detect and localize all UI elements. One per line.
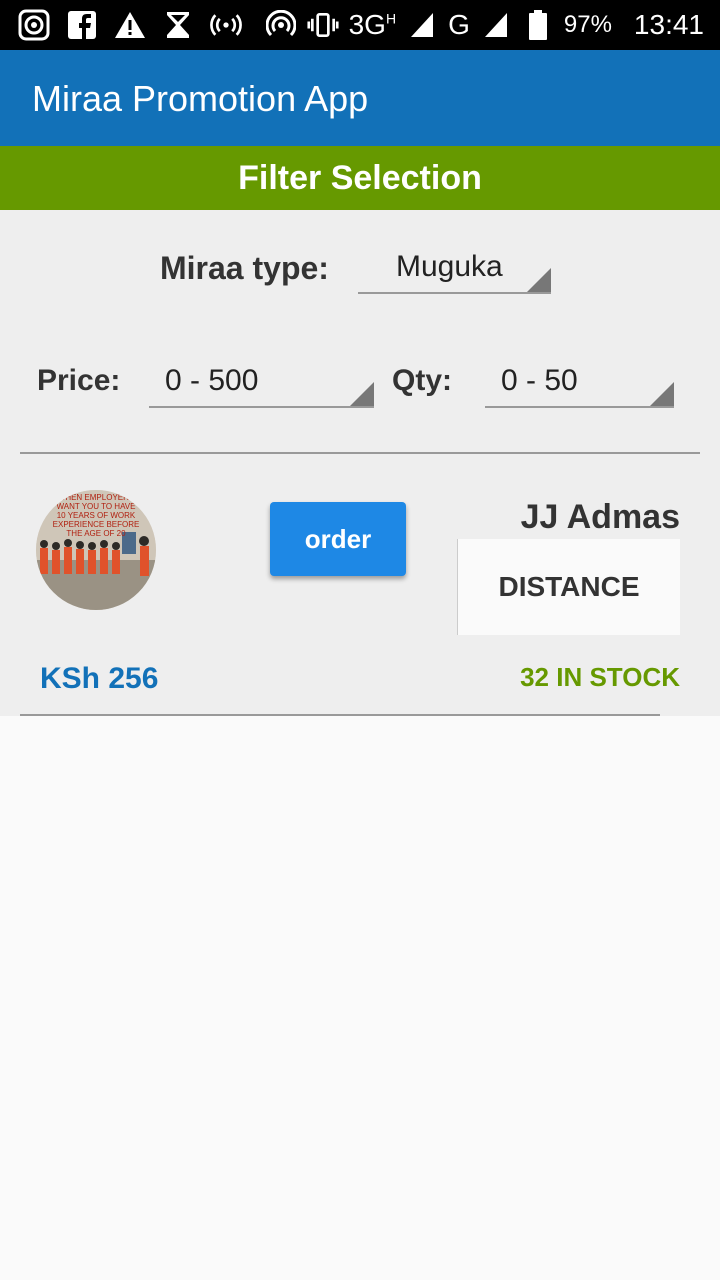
network-type-text: 3GH: [348, 9, 397, 40]
miraa-type-dropdown[interactable]: Muguka: [358, 246, 551, 294]
svg-text:WANT YOU TO HAVE: WANT YOU TO HAVE: [57, 502, 136, 511]
svg-text:WHEN EMPLOYERS: WHEN EMPLOYERS: [58, 493, 134, 502]
filter-panel: Miraa type: Muguka Price: 0 - 500 Qty: 0…: [0, 210, 720, 470]
price-value: 0 - 500: [165, 364, 259, 397]
qty-dropdown[interactable]: 0 - 50: [485, 360, 674, 408]
distance-button[interactable]: DISTANCE: [457, 539, 680, 635]
broadcast-icon: [210, 9, 242, 41]
divider: [20, 452, 700, 454]
battery-level: 97%: [563, 11, 612, 38]
dropdown-arrow-icon: [650, 382, 674, 406]
dropdown-arrow-icon: [350, 382, 374, 406]
screen-record-icon: [18, 9, 50, 41]
qty-value: 0 - 50: [501, 364, 578, 397]
listing-card[interactable]: WHEN EMPLOYERS WANT YOU TO HAVE 10 YEARS…: [0, 470, 720, 716]
app-bar: Miraa Promotion App: [0, 50, 720, 146]
filter-title: Filter Selection: [238, 159, 482, 197]
signal-icon: [406, 9, 438, 41]
hourglass-icon: [162, 9, 194, 41]
warning-icon: [114, 9, 146, 41]
price-label: Price:: [37, 364, 121, 397]
app-title: Miraa Promotion App: [32, 78, 369, 119]
order-button[interactable]: order: [270, 502, 406, 576]
vibrate-icon: [307, 9, 339, 41]
qty-label: Qty:: [392, 364, 452, 397]
clock: 13:41: [633, 9, 704, 40]
stock-text: 32 IN STOCK: [520, 662, 680, 692]
signal-icon: [480, 9, 512, 41]
price-text: KSh 256: [40, 662, 159, 695]
miraa-type-label: Miraa type:: [160, 250, 329, 286]
svg-text:THE AGE OF 20: THE AGE OF 20: [66, 529, 126, 538]
filter-header: Filter Selection: [0, 146, 720, 210]
battery-icon: [522, 9, 554, 41]
hotspot-icon: [265, 9, 297, 41]
svg-text:10 YEARS OF WORK: 10 YEARS OF WORK: [57, 511, 136, 520]
seller-avatar[interactable]: WHEN EMPLOYERS WANT YOU TO HAVE 10 YEARS…: [36, 490, 156, 610]
miraa-type-value: Muguka: [396, 250, 503, 283]
network-type2-text: G: [448, 9, 470, 40]
divider: [20, 714, 660, 716]
svg-text:EXPERIENCE BEFORE: EXPERIENCE BEFORE: [53, 520, 140, 529]
facebook-icon: [66, 9, 98, 41]
dropdown-arrow-icon: [527, 268, 551, 292]
seller-name: JJ Admas: [520, 498, 680, 536]
status-bar: 3GH G 97% 13:41: [0, 0, 720, 50]
price-dropdown[interactable]: 0 - 500: [149, 360, 374, 408]
